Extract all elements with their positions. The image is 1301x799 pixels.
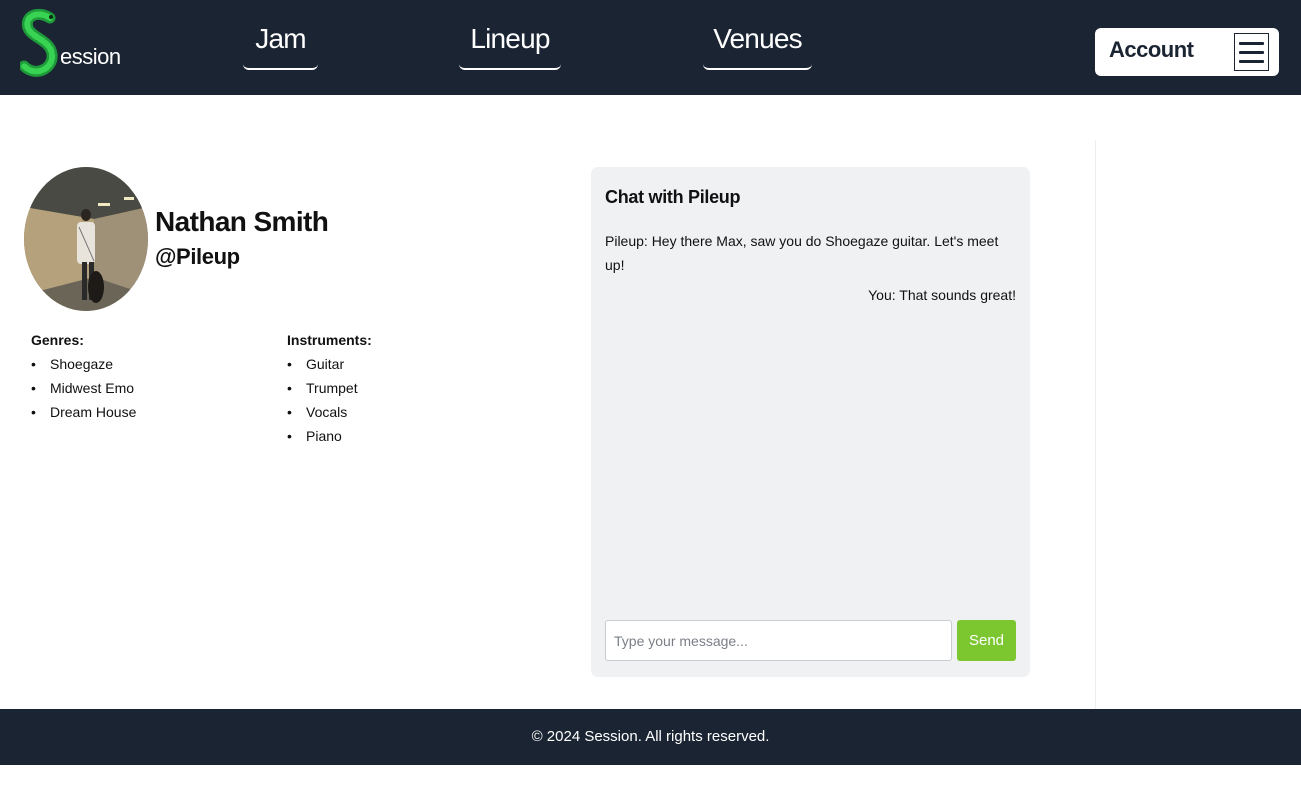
genre-item: Dream House: [31, 402, 136, 426]
chat-panel: Chat with Pileup Pileup: Hey there Max, …: [591, 167, 1030, 677]
chat-message-outgoing: You: That sounds great!: [868, 287, 1016, 303]
nav-jam[interactable]: Jam: [243, 20, 318, 70]
genres-title: Genres:: [31, 332, 84, 348]
profile-name: Nathan Smith: [155, 206, 329, 237]
hamburger-menu-icon[interactable]: [1234, 33, 1269, 71]
avatar: [24, 167, 148, 311]
instrument-item: Vocals: [287, 402, 372, 426]
genre-item: Midwest Emo: [31, 378, 136, 402]
profile-photo: [24, 167, 148, 311]
nav-lineup[interactable]: Lineup: [459, 20, 561, 70]
chat-title: Chat with Pileup: [605, 187, 741, 207]
message-input[interactable]: [605, 620, 952, 661]
footer: © 2024 Session. All rights reserved.: [0, 709, 1301, 765]
profile-handle: @Pileup: [155, 244, 240, 269]
chat-message-incoming: Pileup: Hey there Max, saw you do Shoega…: [605, 233, 999, 273]
instruments-title: Instruments:: [287, 332, 372, 348]
green-worm-s-icon: [20, 8, 58, 77]
instrument-item: Piano: [287, 426, 372, 450]
sidebar-divider: [1095, 140, 1096, 709]
instruments-section: Instruments: Guitar Trumpet Vocals Piano: [287, 330, 372, 450]
session-logo[interactable]: ession: [20, 8, 130, 78]
genre-item: Shoegaze: [31, 354, 136, 378]
instrument-item: Trumpet: [287, 378, 372, 402]
nav-venues[interactable]: Venues: [703, 20, 812, 70]
send-button[interactable]: Send: [957, 620, 1016, 661]
account-label: Account: [1109, 37, 1194, 62]
footer-copyright: © 2024 Session. All rights reserved.: [531, 728, 770, 745]
account-button[interactable]: Account: [1095, 28, 1279, 76]
top-navbar: ession Jam Lineup Venues Account: [0, 0, 1301, 95]
genres-section: Genres: Shoegaze Midwest Emo Dream House: [31, 330, 136, 426]
logo-text: ession: [60, 44, 121, 69]
instrument-item: Guitar: [287, 354, 372, 378]
